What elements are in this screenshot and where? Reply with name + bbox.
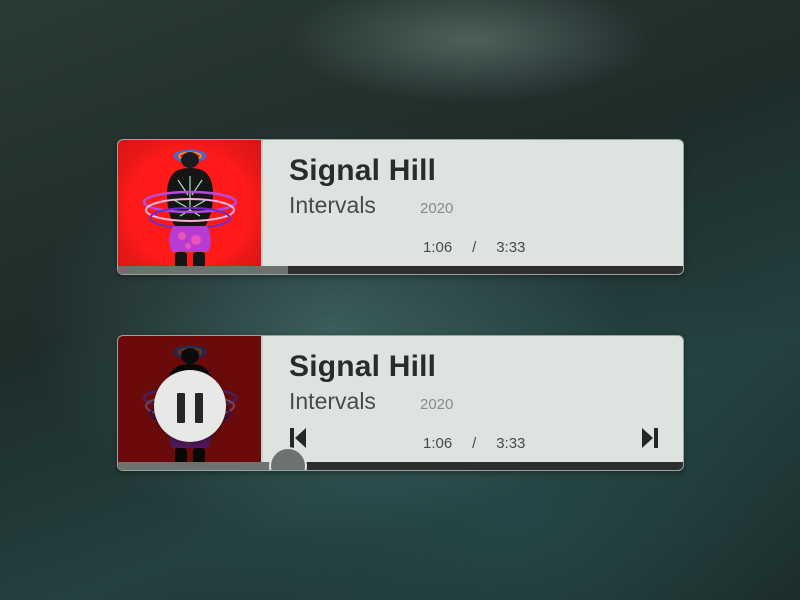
next-icon	[642, 428, 658, 448]
time-display: 1:06 / 3:33	[423, 239, 525, 256]
album-art	[118, 140, 261, 274]
next-button[interactable]	[641, 427, 659, 449]
pause-icon-bar	[195, 393, 203, 423]
pause-icon	[177, 393, 185, 423]
duration: 3:33	[496, 435, 526, 452]
track-title: Signal Hill	[289, 350, 437, 383]
progress-bar[interactable]	[118, 266, 683, 274]
pause-button[interactable]	[154, 370, 226, 442]
release-year: 2020	[420, 200, 454, 217]
track-info: Signal Hill Intervals 2020 1:06 / 3:33	[261, 336, 683, 470]
progress-fill	[118, 462, 288, 470]
track-info: Signal Hill Intervals 2020 1:06 / 3:33	[261, 140, 683, 274]
artist-name: Intervals	[289, 192, 376, 218]
time-display: 1:06 / 3:33	[423, 435, 525, 452]
progress-fill	[118, 266, 288, 274]
release-year: 2020	[420, 396, 454, 413]
track-title: Signal Hill	[289, 154, 437, 187]
album-art	[118, 336, 261, 470]
current-time: 1:06	[423, 435, 453, 452]
previous-button[interactable]	[289, 427, 307, 449]
time-separator: /	[472, 239, 477, 256]
music-player-card[interactable]: Signal Hill Intervals 2020 1:06 / 3:33	[117, 139, 684, 275]
progress-bar[interactable]	[118, 462, 683, 470]
music-player-card-hover[interactable]: Signal Hill Intervals 2020 1:06 / 3:33	[117, 335, 684, 471]
previous-icon	[290, 428, 306, 448]
time-separator: /	[472, 435, 477, 452]
current-time: 1:06	[423, 239, 453, 256]
artist-name: Intervals	[289, 388, 376, 414]
duration: 3:33	[496, 239, 526, 256]
